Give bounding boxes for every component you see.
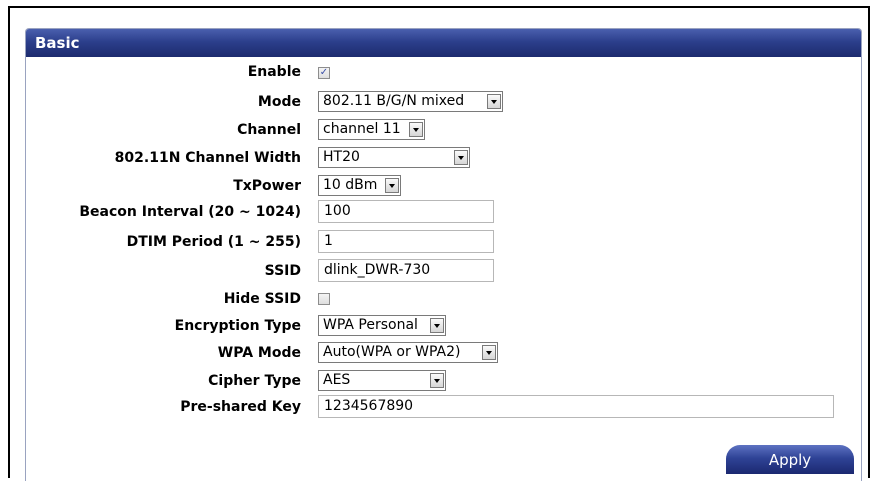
panel-title: Basic <box>35 34 80 52</box>
chevron-down-icon[interactable] <box>454 150 468 165</box>
chevron-down-icon[interactable] <box>409 122 423 137</box>
encryption-type-label: Encryption Type <box>174 318 301 334</box>
txpower-select[interactable]: 10 dBm <box>318 175 401 196</box>
encryption-type-value: WPA Personal <box>323 317 418 333</box>
ssid-input[interactable]: dlink_DWR-730 <box>318 259 494 282</box>
channel-width-label: 802.11N Channel Width <box>114 150 301 166</box>
chevron-down-icon[interactable] <box>430 373 444 388</box>
enable-label: Enable <box>247 64 301 80</box>
preshared-key-input[interactable]: 1234567890 <box>318 395 834 418</box>
ssid-label: SSID <box>264 263 301 279</box>
chevron-down-icon[interactable] <box>482 345 496 360</box>
row-wpa-mode: WPA Mode Auto(WPA or WPA2) <box>26 341 861 367</box>
row-cipher-type: Cipher Type AES <box>26 369 861 395</box>
row-encryption-type: Encryption Type WPA Personal <box>26 314 861 340</box>
cipher-type-label: Cipher Type <box>208 373 301 389</box>
row-channel: Channel channel 11 <box>26 118 861 144</box>
chevron-down-icon[interactable] <box>430 318 444 333</box>
channel-value: channel 11 <box>323 121 401 137</box>
row-beacon-interval: Beacon Interval (20 ~ 1024) 100 <box>26 200 861 226</box>
chevron-down-icon[interactable] <box>385 178 399 193</box>
row-ssid: SSID dlink_DWR-730 <box>26 259 861 285</box>
row-dtim-period: DTIM Period (1 ~ 255) 1 <box>26 230 861 256</box>
preshared-key-label: Pre-shared Key <box>180 399 301 415</box>
row-channel-width: 802.11N Channel Width HT20 <box>26 146 861 172</box>
hide-ssid-checkbox[interactable] <box>318 293 330 305</box>
wpa-mode-label: WPA Mode <box>217 345 301 361</box>
hide-ssid-label: Hide SSID <box>223 291 301 307</box>
wpa-mode-select[interactable]: Auto(WPA or WPA2) <box>318 342 498 363</box>
panel-header: Basic <box>26 29 861 57</box>
row-hide-ssid: Hide SSID <box>26 287 861 313</box>
wpa-mode-value: Auto(WPA or WPA2) <box>323 344 461 360</box>
enable-checkbox[interactable]: ✓ <box>318 67 330 79</box>
row-txpower: TxPower 10 dBm <box>26 174 861 200</box>
channel-label: Channel <box>237 122 301 138</box>
beacon-interval-label: Beacon Interval (20 ~ 1024) <box>79 204 301 220</box>
basic-settings-panel: Basic Enable ✓ Mode 802.11 B/G/N mixed C… <box>25 28 862 481</box>
row-preshared-key: Pre-shared Key 1234567890 <box>26 395 861 421</box>
cipher-type-select[interactable]: AES <box>318 370 446 391</box>
chevron-down-icon[interactable] <box>487 94 501 109</box>
txpower-label: TxPower <box>233 178 301 194</box>
dtim-period-label: DTIM Period (1 ~ 255) <box>126 234 301 250</box>
row-mode: Mode 802.11 B/G/N mixed <box>26 90 861 116</box>
mode-label: Mode <box>257 94 301 110</box>
txpower-value: 10 dBm <box>323 177 378 193</box>
channel-width-value: HT20 <box>323 149 360 165</box>
apply-button[interactable]: Apply <box>726 445 854 474</box>
beacon-interval-input[interactable]: 100 <box>318 200 494 223</box>
dtim-period-input[interactable]: 1 <box>318 230 494 253</box>
row-enable: Enable ✓ <box>26 60 861 86</box>
mode-select[interactable]: 802.11 B/G/N mixed <box>318 91 503 112</box>
mode-value: 802.11 B/G/N mixed <box>323 93 465 109</box>
channel-width-select[interactable]: HT20 <box>318 147 470 168</box>
encryption-type-select[interactable]: WPA Personal <box>318 315 446 336</box>
cipher-type-value: AES <box>323 372 351 388</box>
channel-select[interactable]: channel 11 <box>318 119 425 140</box>
